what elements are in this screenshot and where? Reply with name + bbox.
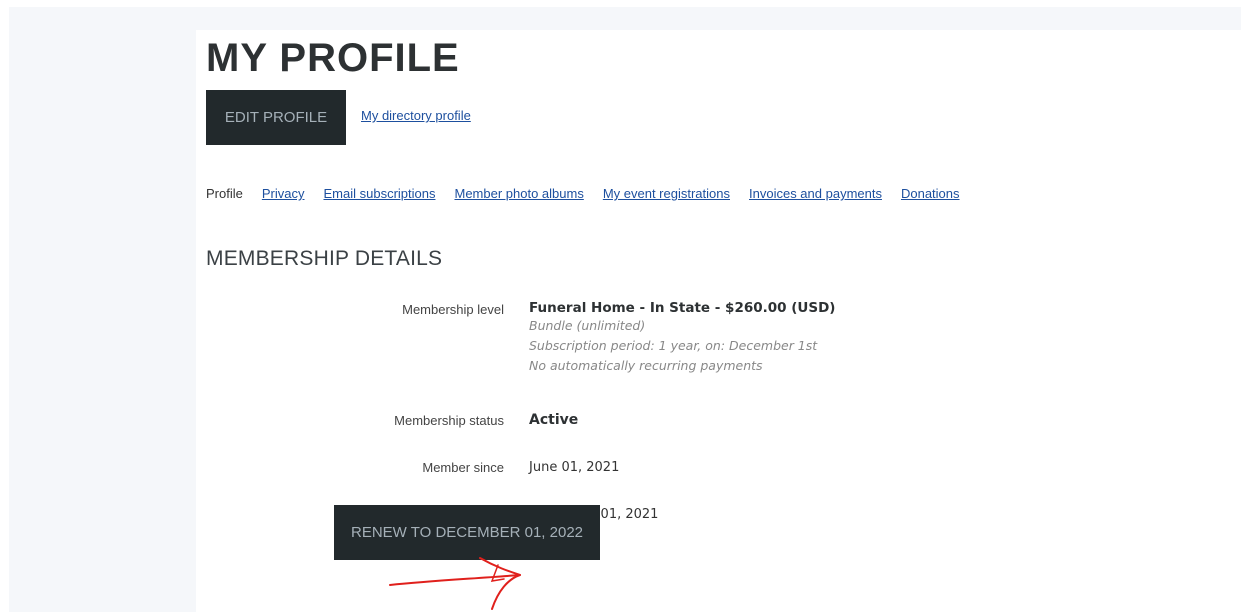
tab-invoices-and-payments[interactable]: Invoices and payments (749, 186, 882, 201)
tab-donations[interactable]: Donations (901, 186, 960, 201)
renew-button[interactable]: RENEW TO DECEMBER 01, 2022 (334, 505, 600, 560)
edit-profile-button[interactable]: EDIT PROFILE (206, 90, 346, 145)
directory-profile-link[interactable]: My directory profile (361, 108, 471, 123)
tab-member-photo-albums[interactable]: Member photo albums (454, 186, 583, 201)
membership-status-label: Membership status (394, 413, 504, 428)
red-arrow-annotation-icon (389, 557, 521, 610)
tab-my-event-registrations[interactable]: My event registrations (603, 186, 730, 201)
membership-level-value: Funeral Home - In State - $260.00 (USD) … (529, 300, 835, 376)
recurring-payments-note: No automatically recurring payments (529, 358, 763, 373)
member-since-label: Member since (422, 460, 504, 475)
membership-bundle-note: Bundle (unlimited) (529, 318, 646, 333)
tab-privacy[interactable]: Privacy (262, 186, 305, 201)
membership-details-heading: MEMBERSHIP DETAILS (206, 247, 443, 270)
top-band (9, 7, 1241, 30)
tab-email-subscriptions[interactable]: Email subscriptions (323, 186, 435, 201)
page: MY PROFILE EDIT PROFILE My directory pro… (0, 0, 1241, 612)
left-pane (9, 30, 196, 612)
page-title: MY PROFILE (206, 36, 460, 80)
membership-status-value: Active (529, 412, 579, 428)
member-since-value: June 01, 2021 (529, 460, 620, 475)
subscription-period-note: Subscription period: 1 year, on: Decembe… (529, 338, 818, 353)
tab-profile: Profile (206, 186, 243, 201)
membership-level-name: Funeral Home - In State - $260.00 (USD) (529, 300, 836, 316)
profile-tabs: Profile Privacy Email subscriptions Memb… (206, 186, 960, 201)
membership-level-label: Membership level (402, 302, 504, 317)
